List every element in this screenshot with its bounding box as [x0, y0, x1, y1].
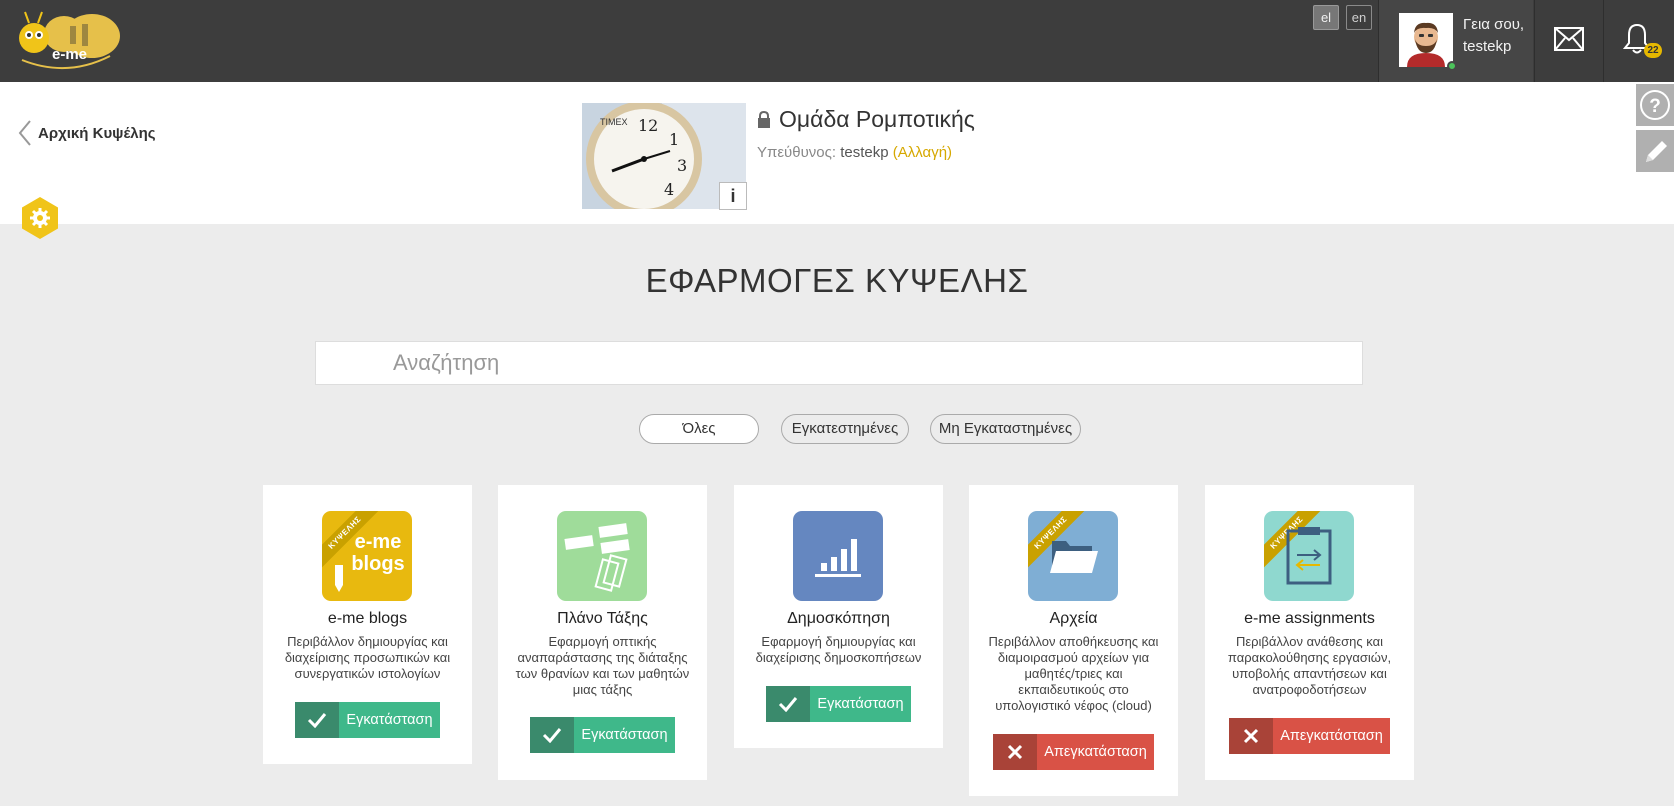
app-card-files: ΚΥΨΕΛΗΣ Αρχεία Περιβάλλον αποθήκευσης κα… — [969, 485, 1178, 796]
group-info-button[interactable]: i — [719, 182, 747, 210]
logo-text: e-me — [52, 46, 88, 63]
group-owner: Υπεύθυνος: testekp (Αλλαγή) — [757, 144, 952, 161]
mail-icon — [1554, 27, 1584, 51]
uninstall-button[interactable]: Απεγκατάσταση — [993, 734, 1154, 770]
app-name: Πλάνο Τάξης — [557, 610, 648, 627]
svg-text:?: ? — [1649, 96, 1661, 117]
app-card-blogs: ΚΥΨΕΛΗΣ e-me blogs e-me blogs Περιβάλλον… — [263, 485, 472, 764]
lock-icon — [758, 111, 770, 128]
notification-count-badge: 22 — [1644, 43, 1662, 58]
uninstall-button-label: Απεγκατάσταση — [1044, 744, 1147, 760]
gear-icon — [22, 197, 58, 239]
check-icon — [542, 728, 562, 743]
poll-chart-icon[interactable] — [793, 511, 883, 601]
notifications-button[interactable]: 22 — [1603, 0, 1674, 82]
change-owner-link[interactable]: (Αλλαγή) — [893, 144, 952, 161]
svg-text:4: 4 — [664, 180, 674, 199]
install-button[interactable]: Εγκατάσταση — [295, 702, 440, 738]
install-button-label: Εγκατάσταση — [817, 696, 904, 712]
install-button-label: Εγκατάσταση — [581, 727, 668, 743]
install-button-label: Εγκατάσταση — [346, 712, 433, 728]
online-status-dot — [1447, 61, 1457, 71]
blogs-icon-text: e-me blogs — [351, 531, 405, 575]
app-description: Εφαρμογή δημιουργίας και διαχείρισης δημ… — [755, 634, 922, 665]
owner-label: Υπεύθυνος: — [757, 144, 837, 161]
group-title: Ομάδα Ρομποτικής — [757, 106, 975, 133]
group-name: Ομάδα Ρομποτικής — [779, 106, 975, 132]
app-description: Περιβάλλον δημιουργίας και διαχείρισης π… — [284, 634, 451, 681]
folder-icon[interactable]: ΚΥΨΕΛΗΣ — [1028, 511, 1118, 601]
check-icon — [307, 713, 327, 728]
help-button[interactable]: ? — [1636, 84, 1674, 126]
app-description: Περιβάλλον αποθήκευσης και διαμοιρασμού … — [988, 634, 1159, 713]
filter-installed[interactable]: Εγκατεστημένες — [781, 414, 909, 444]
language-en[interactable]: en — [1346, 5, 1372, 30]
greeting-text: Γεια σου, — [1463, 16, 1525, 33]
assignment-icon[interactable]: ΚΥΨΕΛΗΣ — [1264, 511, 1354, 601]
app-card-assignments: ΚΥΨΕΛΗΣ e-me assignments Περιβάλλον ανάθ… — [1205, 485, 1414, 780]
svg-text:12: 12 — [638, 116, 658, 135]
uninstall-button-label: Απεγκατάσταση — [1280, 728, 1383, 744]
app-name: Δημοσκόπηση — [787, 610, 890, 627]
chevron-left-icon — [18, 120, 31, 146]
check-icon — [778, 697, 798, 712]
classroom-plan-icon[interactable] — [557, 511, 647, 601]
svg-text:1: 1 — [669, 130, 679, 149]
pencil-icon — [1646, 141, 1667, 162]
svg-text:TIMEX: TIMEX — [600, 117, 628, 127]
app-description: Εφαρμογή οπτικής αναπαράστασης της διάτα… — [515, 634, 690, 697]
uninstall-button[interactable]: Απεγκατάσταση — [1229, 718, 1390, 754]
search-input[interactable] — [316, 342, 1362, 384]
blogs-icon[interactable]: ΚΥΨΕΛΗΣ e-me blogs — [322, 511, 412, 601]
app-description: Περιβάλλον ανάθεσης και παρακολούθησης ε… — [1227, 634, 1392, 697]
page-title: ΕΦΑΡΜΟΓΕΣ ΚΥΨΕΛΗΣ — [645, 262, 1029, 299]
owner-name: testekp — [840, 144, 889, 161]
app-card-classroom-plan: Πλάνο Τάξης Εφαρμογή οπτικής αναπαράστασ… — [498, 485, 707, 780]
language-el[interactable]: el — [1313, 5, 1339, 30]
close-icon — [1007, 744, 1023, 760]
user-greeting: Γεια σου, testekp — [1463, 14, 1533, 58]
app-card-poll: Δημοσκόπηση Εφαρμογή δημιουργίας και δια… — [734, 485, 943, 748]
edit-button[interactable] — [1636, 130, 1674, 172]
back-link-label: Αρχική Κυψέλης — [38, 124, 156, 142]
settings-button[interactable] — [20, 196, 60, 240]
top-bar: e-me el en Γεια σου, testekp 22 — [0, 0, 1674, 82]
install-button[interactable]: Εγκατάσταση — [530, 717, 675, 753]
svg-text:3: 3 — [677, 156, 687, 175]
back-to-hive-link[interactable]: Αρχική Κυψέλης — [18, 120, 156, 146]
close-icon — [1243, 728, 1259, 744]
avatar — [1399, 13, 1453, 67]
app-name: e-me blogs — [327, 610, 408, 627]
install-button[interactable]: Εγκατάσταση — [766, 686, 911, 722]
messages-button[interactable] — [1534, 0, 1602, 82]
filter-not-installed[interactable]: Μη Εγκαταστημένες — [930, 414, 1081, 444]
app-name: Αρχεία — [1049, 610, 1098, 627]
filter-all[interactable]: Όλες — [639, 414, 759, 444]
e-me-logo[interactable]: e-me — [12, 8, 122, 76]
user-menu[interactable]: Γεια σου, testekp — [1378, 0, 1533, 82]
app-search — [315, 341, 1363, 385]
app-name: e-me assignments — [1244, 610, 1375, 627]
username-text: testekp — [1463, 38, 1512, 55]
question-icon: ? — [1640, 90, 1670, 120]
